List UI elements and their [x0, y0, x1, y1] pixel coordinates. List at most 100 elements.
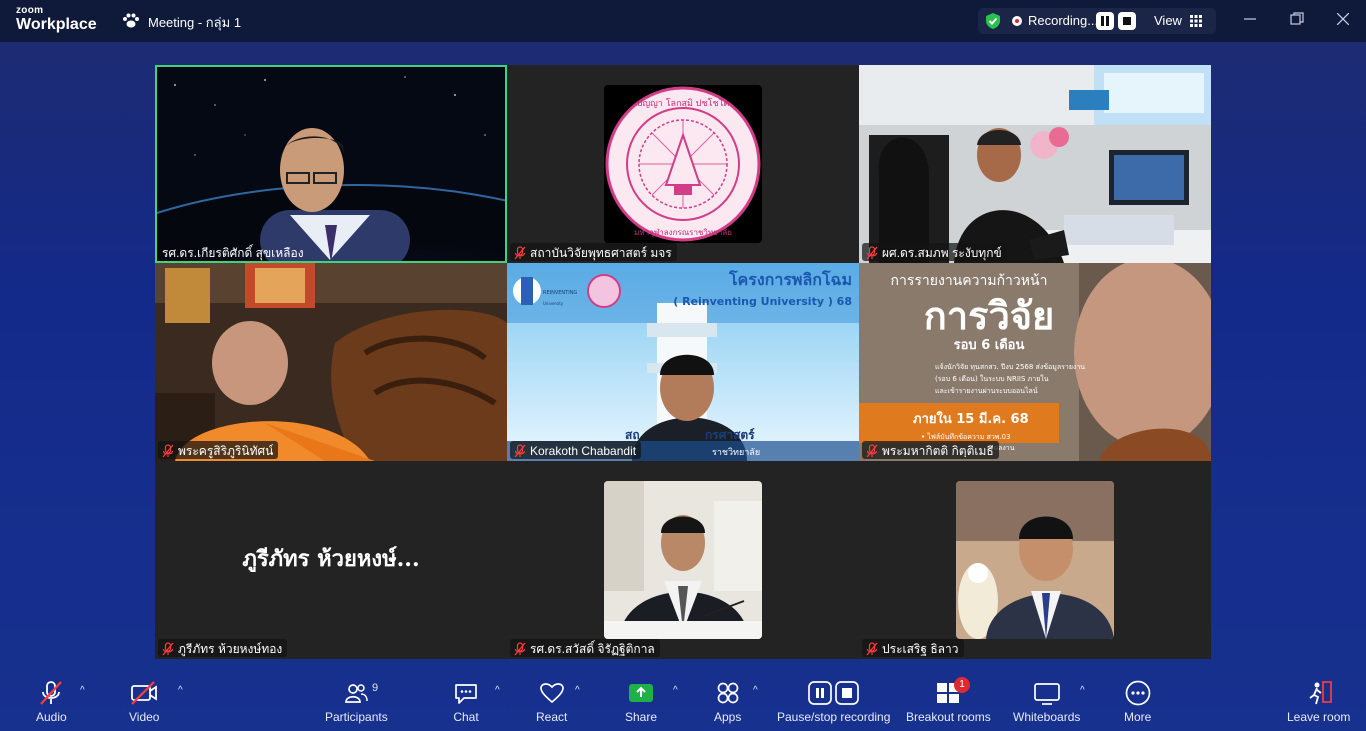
audio-button[interactable]: Audio [36, 679, 67, 724]
participant-name: รศ.ดร.สวัสดิ์ จิรัฏฐิติกาล [530, 641, 655, 656]
mic-muted-icon [866, 642, 878, 656]
mic-muted-icon [514, 444, 526, 458]
whiteboards-label: Whiteboards [1013, 710, 1081, 724]
participant-name: ประเสริฐ ธิลาว [882, 641, 959, 656]
video-tile[interactable]: ภูรีภัทร ห้วยหงษ์... ภูรีภัทร ห้วยหงษ์ทอ… [155, 461, 507, 659]
share-button[interactable]: Share [625, 679, 657, 724]
recording-status: Recording... [1028, 13, 1099, 28]
slide-heading: การรายงานความก้าวหน้า [891, 273, 1048, 289]
participant-video: โครงการพลิกโฉม ( Reinventing University … [507, 263, 859, 461]
mic-muted-icon [162, 642, 174, 656]
chat-icon [453, 679, 479, 707]
minimize-icon[interactable] [1244, 12, 1256, 28]
apps-options-chevron-icon[interactable]: ^ [753, 685, 758, 696]
participant-name-tag: พระครูสิริภูรินิทัศน์ [158, 441, 279, 459]
zoom-logo: zoom Workplace [16, 6, 97, 33]
participant-display-name: ภูรีภัทร ห้วยหงษ์... [242, 546, 420, 572]
whiteboards-button[interactable]: Whiteboards [1013, 679, 1080, 724]
slide-round: รอบ 6 เดือน [954, 337, 1025, 353]
participant-name-tag: ประเสริฐ ธิลาว [862, 639, 964, 657]
slide-deadline: ภายใน 15 มี.ค. 68 [913, 410, 1029, 427]
more-button[interactable]: More [1124, 679, 1151, 724]
participant-video [155, 263, 507, 461]
whiteboards-options-chevron-icon[interactable]: ^ [1080, 685, 1085, 696]
mic-muted-icon [514, 246, 526, 260]
meeting-toolbar: Audio ^ Video ^ Participants 9 Chat ^ Re… [0, 671, 1366, 731]
participant-name-tag: รศ.ดร.สวัสดิ์ จิรัฏฐิติกาล [510, 639, 660, 657]
logo-line-1: zoom [16, 5, 44, 16]
video-tile[interactable]: รศ.ดร.เกียรติศักดิ์ สุขเหลือง [155, 65, 507, 263]
participants-icon [343, 679, 369, 707]
view-label: View [1154, 13, 1182, 28]
slide-big-title: การวิจัย [924, 294, 1055, 338]
leave-icon [1305, 679, 1333, 707]
react-button[interactable]: React [536, 679, 567, 724]
video-tile[interactable]: ผศ.ดร.สมภพ ระงับทุกข์ [859, 65, 1211, 263]
meeting-title: Meeting - กลุ่ม 1 [148, 15, 242, 30]
participant-name-tag: รศ.ดร.เกียรติศักดิ์ สุขเหลือง [158, 243, 309, 261]
slide-note-2: (รอบ 6 เดือน) ในระบบ NRIIS ภายใน [935, 374, 1049, 383]
university-seal: ปญญา โลกสฺมิ ปชโชโต มหาจุฬาลงกรณราชวิทยา… [605, 86, 761, 242]
video-tile[interactable]: รศ.ดร.สวัสดิ์ จิรัฏฐิติกาล [507, 461, 859, 659]
seal-ring-text: มหาจุฬาลงกรณราชวิทยาลัย [634, 228, 732, 237]
close-icon[interactable] [1336, 12, 1350, 28]
pause-recording-button[interactable] [1096, 12, 1114, 30]
share-screen-icon [628, 679, 654, 707]
chat-options-chevron-icon[interactable]: ^ [495, 685, 500, 696]
video-tile[interactable]: โครงการพลิกโฉม ( Reinventing University … [507, 263, 859, 461]
stop-recording-button[interactable] [1118, 12, 1136, 30]
video-tile[interactable]: พระครูสิริภูรินิทัศน์ [155, 263, 507, 461]
share-options-chevron-icon[interactable]: ^ [673, 685, 678, 696]
profile-picture [956, 481, 1114, 639]
slide-logo-text: REINVENTING [543, 290, 577, 296]
chat-button[interactable]: Chat [453, 679, 479, 724]
participant-name-tag: Korakoth Chabandit [510, 441, 642, 459]
view-button[interactable]: View [1154, 13, 1202, 28]
participant-name: Korakoth Chabandit [530, 444, 637, 458]
profile-picture [604, 481, 762, 639]
pause-stop-recording-button[interactable]: Pause/stop recording [777, 679, 890, 724]
apps-label: Apps [714, 710, 742, 724]
apps-icon [715, 679, 741, 707]
participant-video [859, 65, 1211, 263]
audio-options-chevron-icon[interactable]: ^ [80, 685, 85, 696]
more-label: More [1124, 710, 1152, 724]
breakout-rooms-button[interactable]: Breakout rooms [906, 679, 991, 724]
breakout-badge: 1 [954, 677, 970, 693]
video-tile[interactable]: ปญญา โลกสฺมิ ปชโชโต มหาจุฬาลงกรณราชวิทยา… [507, 65, 859, 263]
participant-video [155, 65, 507, 263]
slide-logo-subtext: University [543, 301, 564, 306]
restore-icon[interactable] [1290, 12, 1304, 29]
slide-bottom-text-2: กรศาสตร์ [705, 428, 755, 442]
mic-muted-icon [38, 679, 64, 707]
participants-button[interactable]: Participants [325, 679, 388, 724]
react-options-chevron-icon[interactable]: ^ [575, 685, 580, 696]
logo-line-2: Workplace [16, 16, 97, 33]
slide-note-3: และเข้ารายงานผ่านระบบออนไลน์ [935, 386, 1038, 395]
video-label: Video [129, 710, 160, 724]
slide-title: โครงการพลิกโฉม [728, 269, 852, 289]
leave-room-button[interactable]: Leave room [1287, 679, 1350, 724]
apps-button[interactable]: Apps [714, 679, 741, 724]
grid-view-icon [1189, 14, 1202, 27]
slide-note-4: • ไฟล์บันทึกข้อความ สวพ.03 [921, 432, 1011, 441]
mic-muted-icon [866, 246, 878, 260]
participant-name: ภูรีภัทร ห้วยหงษ์ทอง [178, 641, 283, 656]
participants-label: Participants [325, 710, 388, 724]
slide-subtitle: ( Reinventing University ) 68 [673, 295, 852, 308]
video-tile[interactable]: การรายงานความก้าวหน้า การวิจัย รอบ 6 เดื… [859, 263, 1211, 461]
breakout-label: Breakout rooms [906, 710, 991, 724]
video-options-chevron-icon[interactable]: ^ [178, 685, 183, 696]
video-button[interactable]: Video [129, 679, 159, 724]
leave-label: Leave room [1287, 710, 1351, 724]
heart-icon [539, 679, 565, 707]
participant-name: พระครูสิริภูรินิทัศน์ [178, 443, 274, 458]
participant-name-tag: ภูรีภัทร ห้วยหงษ์ทอง [158, 639, 288, 657]
shield-icon[interactable] [984, 12, 1002, 33]
participant-name-tag: พระมหากิตติ กิตฺติเมธี [862, 441, 999, 459]
react-label: React [536, 710, 568, 724]
meeting-info[interactable]: Meeting - กลุ่ม 1 [122, 12, 241, 33]
slide-note-1: แจ้งนักวิจัย ทุนสกสว. ปีงบ 2568 ส่งข้อมู… [935, 363, 1085, 371]
participants-count: 9 [372, 682, 379, 694]
video-tile[interactable]: ประเสริฐ ธิลาว [859, 461, 1211, 659]
